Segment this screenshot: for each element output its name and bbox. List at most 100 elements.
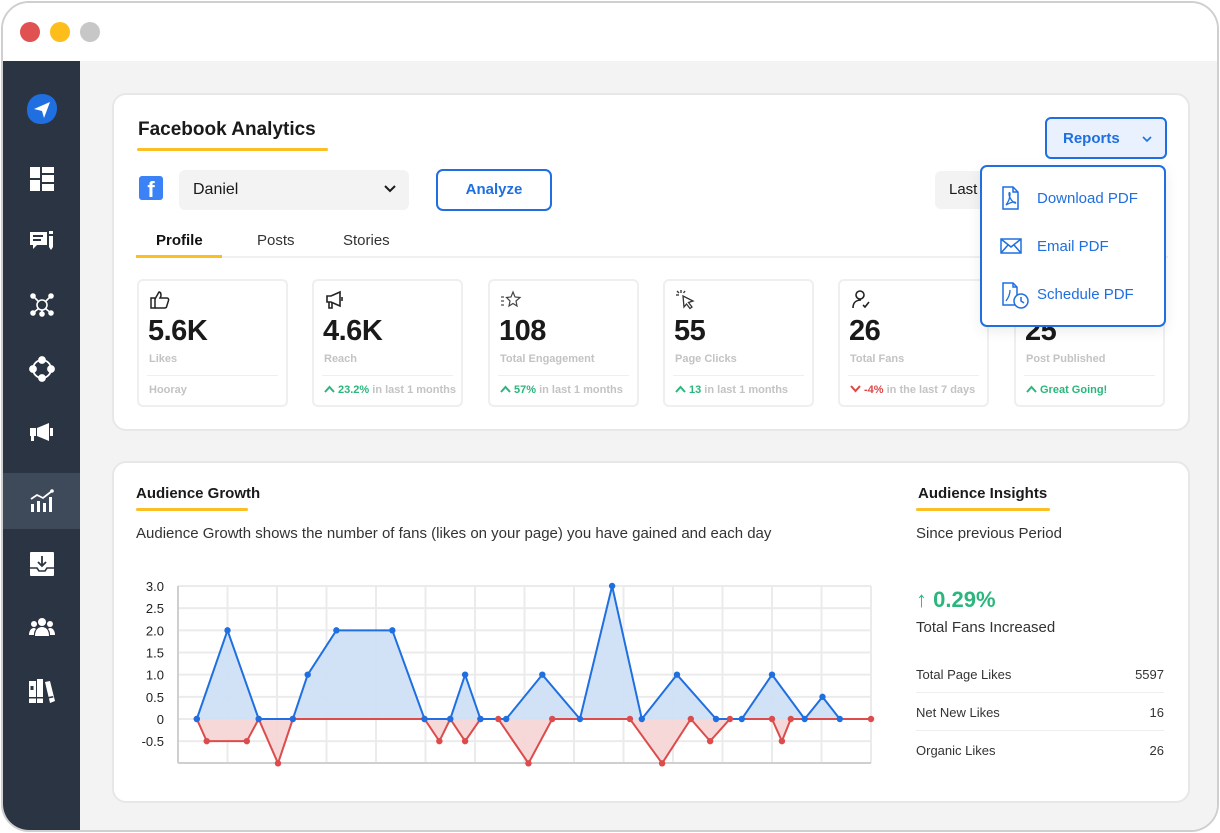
account-select[interactable]: Daniel [179, 170, 409, 210]
menu-item-schedule-pdf[interactable]: Schedule PDF [982, 274, 1164, 314]
audience-insights-title: Audience Insights [918, 485, 1048, 502]
sidebar-item-home[interactable] [3, 81, 80, 137]
data-point-gained [447, 715, 454, 723]
data-point-lost [706, 737, 714, 745]
menu-item-label: Email PDF [1037, 238, 1109, 255]
data-point-lost [867, 715, 875, 723]
sidebar-item-network[interactable] [3, 277, 80, 333]
data-point-gained [224, 627, 231, 634]
menu-item-download-pdf[interactable]: Download PDF [982, 178, 1164, 218]
stat-card-total-fans: 26 Total Fans -4% in the last 7 days [838, 279, 989, 407]
data-point-gained [608, 582, 616, 590]
sidebar-item-inbox[interactable] [3, 536, 80, 592]
growth-chart-svg: 3.0 2.5 2.0 1.5 1.0 0.5 0 -0.5 [142, 579, 875, 767]
stat-change: 13 [689, 384, 702, 396]
insight-label: Total Page Likes [916, 667, 1012, 682]
sidebar-item-team[interactable] [3, 599, 80, 655]
fans-change-value: 0.29% [933, 587, 996, 612]
y-tick-label: 2.0 [146, 623, 164, 638]
chat-edit-icon [29, 231, 53, 250]
data-point-gained [255, 715, 262, 723]
nodes-circle-icon [28, 356, 55, 382]
data-point-gained [539, 671, 546, 678]
stat-card-reach: 4.6K Reach 23.2% in last 1 months [312, 279, 463, 407]
sidebar-item-messages[interactable] [3, 214, 80, 270]
data-point-lost [274, 760, 282, 767]
data-point-gained [461, 671, 469, 678]
sidebar-item-analytics[interactable] [3, 473, 80, 529]
audience-card: Audience Growth Audience Growth shows th… [112, 461, 1190, 803]
stat-period: in the last 7 days [883, 384, 976, 396]
y-tick-label: 1.5 [146, 646, 164, 661]
title-bar [3, 3, 1217, 61]
stat-footer: Great Going! [1026, 384, 1107, 396]
stat-value: 4.6K [323, 315, 383, 347]
menu-item-email-pdf[interactable]: Email PDF [982, 226, 1164, 266]
sidebar-item-campaigns[interactable] [3, 405, 80, 461]
data-point-gained [333, 627, 340, 634]
insights-title-underline [916, 508, 1050, 511]
data-point-gained [421, 715, 428, 723]
stat-value: 108 [499, 315, 546, 347]
divider [848, 375, 979, 376]
data-point-gained [673, 671, 681, 678]
zoom-window-button[interactable] [80, 22, 100, 42]
data-point-gained [477, 715, 484, 723]
stat-label: Likes [149, 353, 178, 365]
stat-change: 57% [514, 384, 537, 396]
tab-stories[interactable]: Stories [343, 232, 390, 249]
data-point-lost [549, 715, 556, 723]
main-content: Facebook Analytics f Daniel Analyze Last… [80, 61, 1217, 830]
sidebar-item-dashboard[interactable] [3, 151, 80, 207]
insight-value: 16 [1149, 705, 1164, 720]
active-tab-indicator [136, 255, 222, 258]
books-library-icon [28, 679, 55, 703]
data-point-lost [243, 737, 251, 745]
data-point-lost [726, 715, 734, 723]
data-point-gained [638, 715, 646, 723]
y-tick-label: 2.5 [146, 601, 164, 616]
analyze-button[interactable]: Analyze [436, 169, 552, 211]
divider [322, 375, 453, 376]
reports-button-label: Reports [1063, 130, 1120, 147]
stat-value: 5.6K [148, 315, 208, 347]
close-window-button[interactable] [20, 22, 40, 42]
stat-period: in last 1 months [369, 384, 456, 396]
data-point-lost [436, 737, 443, 745]
stat-label: Page Clicks [675, 353, 737, 365]
insight-row: Net New Likes 16 [916, 693, 1164, 731]
megaphone-icon [29, 423, 53, 441]
data-point-gained [289, 715, 297, 723]
data-point-gained [738, 715, 746, 723]
minimize-window-button[interactable] [50, 22, 70, 42]
trend-up-icon [500, 385, 511, 393]
tab-profile[interactable]: Profile [156, 232, 203, 249]
insights-subtitle: Since previous Period [916, 525, 1062, 542]
data-point-lost [495, 715, 502, 723]
reports-button[interactable]: Reports [1045, 117, 1167, 159]
sidebar-item-library[interactable] [3, 663, 80, 719]
page-title: Facebook Analytics [138, 119, 316, 140]
stat-value: 26 [849, 315, 881, 347]
stat-change: 23.2% [338, 384, 370, 396]
trend-up-icon [324, 385, 335, 393]
inbox-download-icon [29, 552, 54, 576]
sidebar-item-integrations[interactable] [3, 341, 80, 397]
divider [1024, 375, 1155, 376]
y-tick-label: 0.5 [146, 690, 164, 705]
stat-card-likes: 5.6K Likes Hooray [137, 279, 288, 407]
data-point-lost [778, 737, 786, 745]
stat-footer: 23.2% in last 1 months [324, 384, 456, 396]
stat-card-engagement: 108 Total Engagement 57% in last 1 month… [488, 279, 639, 407]
tab-posts[interactable]: Posts [257, 232, 295, 249]
users-group-icon [28, 618, 55, 636]
data-point-gained [801, 715, 808, 723]
title-underline [137, 148, 328, 151]
star-icon [501, 290, 522, 308]
trend-up-icon [675, 385, 686, 393]
reports-dropdown-menu: Download PDF Email PDF Schedule PDF [980, 165, 1166, 327]
analytics-chart-icon [30, 489, 54, 512]
data-point-lost [787, 715, 795, 723]
audience-growth-title: Audience Growth [136, 485, 261, 502]
insight-value: 5597 [1135, 667, 1164, 682]
